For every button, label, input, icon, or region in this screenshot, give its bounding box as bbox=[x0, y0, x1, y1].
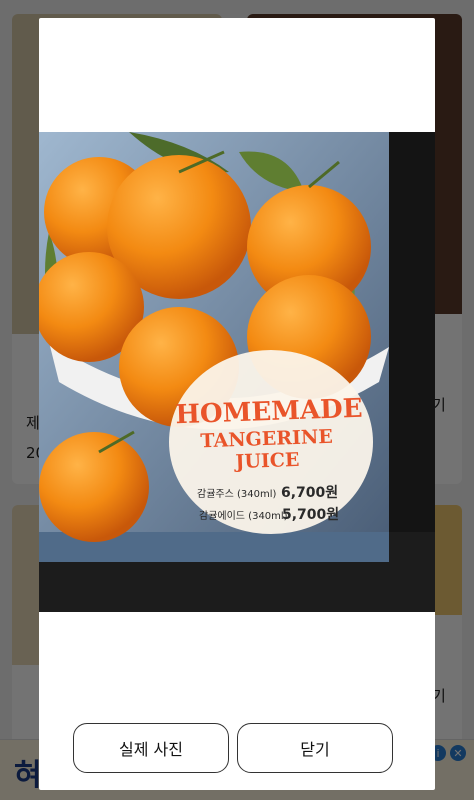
menu-item-price: 5,700원 bbox=[282, 507, 340, 523]
real-photo-button[interactable]: 실제 사진 bbox=[73, 723, 229, 773]
menu-title-line2: TANGERINE JUICE bbox=[200, 425, 334, 474]
menu-photo: HOMEMADE TANGERINE JUICE 감귤주스 (340ml) 6,… bbox=[39, 132, 435, 612]
close-button[interactable]: 닫기 bbox=[237, 723, 393, 773]
photo-modal: HOMEMADE TANGERINE JUICE 감귤주스 (340ml) 6,… bbox=[39, 18, 435, 790]
menu-item-price: 6,700원 bbox=[281, 485, 339, 501]
menu-item-name: 감귤주스 (340ml) bbox=[197, 489, 277, 500]
tangerine-illustration bbox=[39, 132, 435, 612]
menu-item-name: 감귤에이드 (340ml) bbox=[199, 511, 288, 522]
